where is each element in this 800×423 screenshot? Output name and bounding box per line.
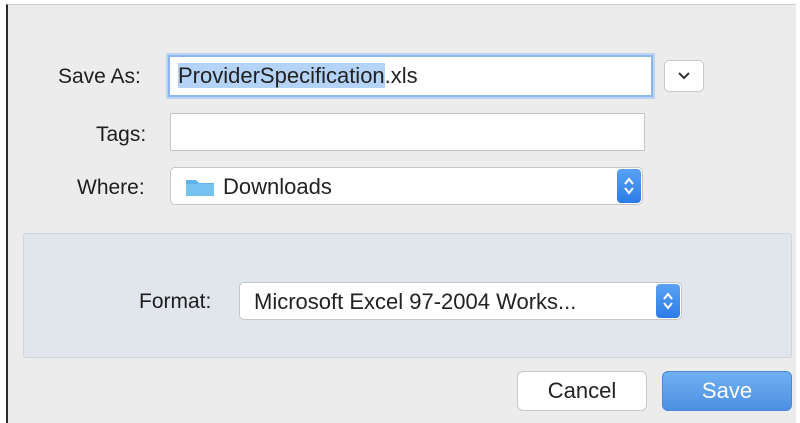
up-down-arrows-icon — [663, 292, 673, 310]
chevron-down-icon — [678, 72, 690, 80]
format-label: Format: — [139, 290, 212, 313]
where-label: Where: — [77, 176, 145, 199]
filename-selected-text: ProviderSpecification — [178, 63, 385, 88]
save-button[interactable]: Save — [662, 371, 792, 411]
save-as-label: Save As: — [58, 65, 141, 88]
tags-input[interactable] — [170, 113, 645, 151]
where-value: Downloads — [223, 174, 332, 199]
where-stepper[interactable] — [617, 169, 641, 203]
up-down-arrows-icon — [624, 177, 634, 195]
cancel-button[interactable]: Cancel — [517, 371, 647, 411]
where-popup[interactable]: Downloads — [170, 167, 643, 205]
format-value: Microsoft Excel 97-2004 Works... — [254, 289, 577, 314]
tags-label: Tags: — [96, 123, 147, 146]
filename-input[interactable]: ProviderSpecification.xls — [168, 55, 653, 97]
folder-icon — [186, 180, 214, 196]
save-dialog: Save As: ProviderSpecification.xls Tags:… — [6, 4, 796, 423]
expand-dialog-button[interactable] — [664, 60, 704, 92]
filename-extension: .xls — [384, 63, 418, 88]
format-popup[interactable]: Microsoft Excel 97-2004 Works... — [239, 282, 682, 320]
format-stepper[interactable] — [656, 284, 680, 318]
format-options-panel: Format: Microsoft Excel 97-2004 Works... — [23, 233, 792, 358]
